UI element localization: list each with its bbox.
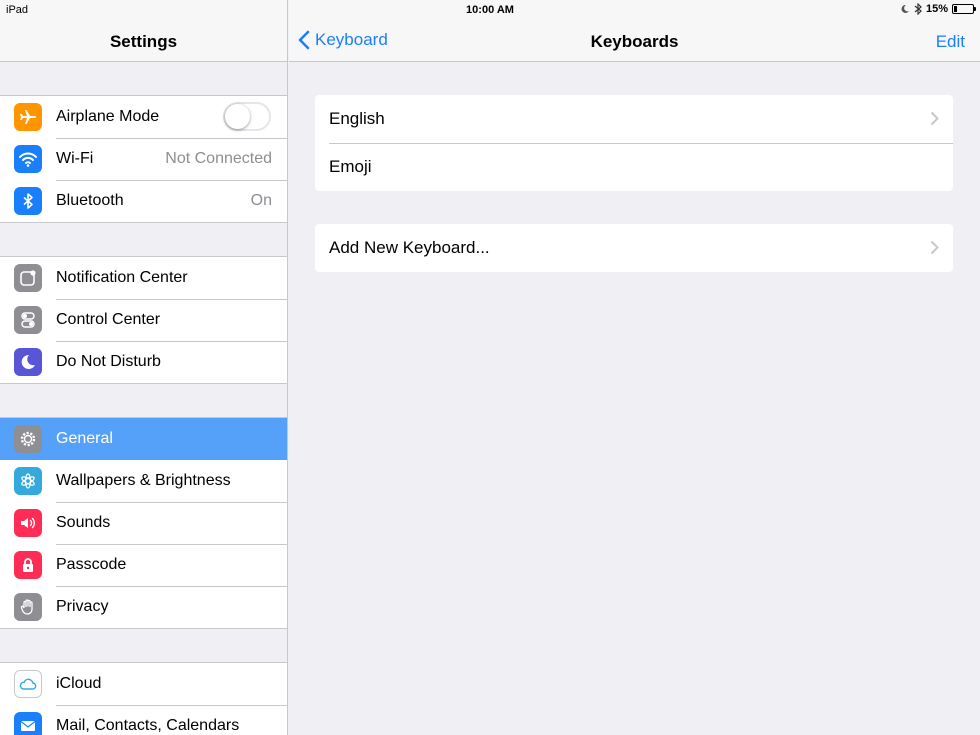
sidebar-item-airplane-mode[interactable]: Airplane Mode	[0, 96, 287, 138]
sidebar-item-label: iCloud	[56, 675, 102, 692]
settings-sidebar: Settings Airplane Mode Wi-Fi Not Connect…	[0, 0, 288, 735]
mail-icon	[14, 712, 42, 735]
sidebar-item-label: Mail, Contacts, Calendars	[56, 717, 240, 734]
battery-percent: 15%	[925, 3, 948, 15]
wifi-status: Not Connected	[165, 150, 272, 167]
sidebar-item-wallpapers-brightness[interactable]: Wallpapers & Brightness	[0, 460, 287, 502]
moon-status-icon	[901, 4, 909, 13]
sidebar-item-label: Wi-Fi	[56, 150, 94, 167]
sidebar-item-label: Wallpapers & Brightness	[56, 472, 231, 489]
sidebar-group-accounts: iCloud Mail, Contacts, Calendars	[0, 662, 287, 735]
moon-icon	[14, 348, 42, 376]
keyboard-item-emoji[interactable]: Emoji	[315, 143, 953, 191]
status-time: 10:00 AM	[466, 4, 514, 16]
airplane-icon	[14, 103, 42, 131]
cloud-icon	[14, 670, 42, 698]
edit-button[interactable]: Edit	[936, 32, 965, 52]
status-bar: iPad 10:00 AM 15%	[0, 0, 980, 20]
speaker-icon	[14, 509, 42, 537]
sidebar-item-bluetooth[interactable]: Bluetooth On	[0, 180, 287, 222]
sidebar-item-general[interactable]: General	[0, 418, 287, 460]
sidebar-item-sounds[interactable]: Sounds	[0, 502, 287, 544]
keyboard-item-label: English	[329, 109, 385, 128]
keyboards-list: English Emoji	[315, 95, 953, 191]
control-center-icon	[14, 306, 42, 334]
bluetooth-icon	[14, 187, 42, 215]
add-keyboard-section: Add New Keyboard...	[315, 224, 953, 272]
sidebar-item-label: Notification Center	[56, 269, 188, 286]
sidebar-item-icloud[interactable]: iCloud	[0, 663, 287, 705]
battery-icon	[952, 4, 976, 14]
gear-icon	[14, 425, 42, 453]
flower-icon	[14, 467, 42, 495]
sidebar-item-wifi[interactable]: Wi-Fi Not Connected	[0, 138, 287, 180]
add-keyboard-label: Add New Keyboard...	[329, 238, 490, 257]
page-title: Keyboards	[590, 32, 679, 51]
keyboards-detail-pane: Keyboard Keyboards Edit English Emoji Ad…	[289, 0, 980, 735]
sidebar-item-label: Sounds	[56, 514, 111, 531]
sidebar-item-label: Airplane Mode	[56, 108, 160, 125]
hand-icon	[14, 593, 42, 621]
sidebar-item-label: Bluetooth	[56, 192, 124, 209]
sidebar-item-label: Control Center	[56, 311, 161, 328]
sidebar-title: Settings	[109, 32, 178, 51]
keyboard-item-english[interactable]: English	[315, 95, 953, 143]
sidebar-item-do-not-disturb[interactable]: Do Not Disturb	[0, 341, 287, 383]
sidebar-group-notifications: Notification Center Control Center Do No…	[0, 256, 287, 384]
airplane-mode-toggle[interactable]	[223, 102, 271, 131]
notification-center-icon	[14, 264, 42, 292]
chevron-right-icon	[930, 111, 939, 126]
add-new-keyboard-button[interactable]: Add New Keyboard...	[315, 224, 953, 272]
sidebar-item-passcode[interactable]: Passcode	[0, 544, 287, 586]
sidebar-group-connectivity: Airplane Mode Wi-Fi Not Connected Blueto…	[0, 95, 287, 223]
sidebar-item-label: Passcode	[56, 556, 127, 573]
bluetooth-status-icon	[914, 3, 922, 15]
bluetooth-status: On	[250, 192, 272, 209]
sidebar-item-control-center[interactable]: Control Center	[0, 299, 287, 341]
sidebar-group-device: General Wallpapers & Brightness Sounds P…	[0, 417, 287, 629]
lock-icon	[14, 551, 42, 579]
wifi-icon	[14, 145, 42, 173]
chevron-right-icon	[930, 240, 939, 255]
status-right: 15%	[900, 3, 976, 15]
keyboard-item-label: Emoji	[329, 157, 372, 176]
sidebar-item-label: Do Not Disturb	[56, 353, 161, 370]
sidebar-item-label: Privacy	[56, 598, 109, 615]
sidebar-item-mail-contacts-calendars[interactable]: Mail, Contacts, Calendars	[0, 705, 287, 735]
sidebar-item-label: General	[56, 430, 113, 447]
sidebar-item-privacy[interactable]: Privacy	[0, 586, 287, 628]
sidebar-item-notification-center[interactable]: Notification Center	[0, 257, 287, 299]
